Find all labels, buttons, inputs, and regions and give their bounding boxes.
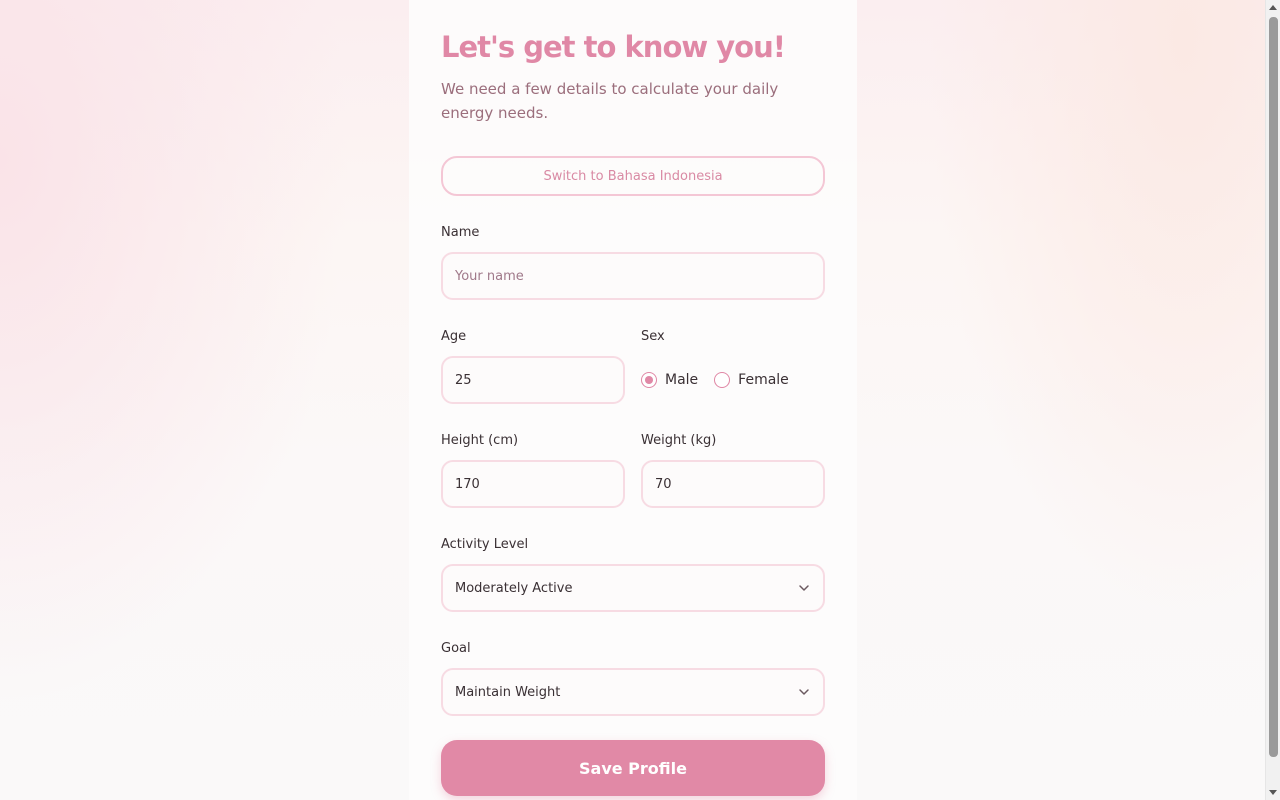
vertical-scrollbar[interactable]: [1265, 0, 1280, 800]
height-input[interactable]: [441, 460, 625, 508]
name-label: Name: [441, 225, 480, 240]
age-input[interactable]: [441, 356, 625, 404]
activity-level-select[interactable]: Moderately Active: [441, 564, 825, 612]
profile-card: Let's get to know you! We need a few det…: [409, 0, 857, 800]
height-label: Height (cm): [441, 433, 519, 448]
goal-value: Maintain Weight: [455, 684, 561, 700]
background-glow-right: [856, 0, 1266, 800]
sex-label: Sex: [641, 329, 665, 344]
radio-button-male[interactable]: [641, 372, 657, 388]
background-glow-left: [0, 0, 410, 800]
page-title: Let's get to know you!: [441, 30, 786, 64]
activity-level-value: Moderately Active: [455, 580, 573, 596]
sex-option-female[interactable]: Female: [714, 372, 789, 388]
weight-label: Weight (kg): [641, 433, 717, 448]
activity-level-label: Activity Level: [441, 537, 529, 552]
chevron-down-icon: [799, 585, 809, 591]
name-input[interactable]: [441, 252, 825, 300]
age-label: Age: [441, 329, 467, 344]
chevron-down-icon: [799, 689, 809, 695]
goal-label: Goal: [441, 641, 471, 656]
scroll-down-arrow-icon[interactable]: [1269, 790, 1277, 795]
sex-radio-group: Male Female: [641, 369, 805, 391]
weight-input[interactable]: [641, 460, 825, 508]
scrollbar-thumb[interactable]: [1269, 17, 1278, 757]
sex-option-label: Female: [738, 372, 789, 388]
scroll-up-arrow-icon[interactable]: [1269, 5, 1277, 10]
switch-language-button[interactable]: Switch to Bahasa Indonesia: [441, 156, 825, 196]
radio-selected-dot: [645, 376, 653, 384]
save-profile-button[interactable]: Save Profile: [441, 740, 825, 796]
radio-button-female[interactable]: [714, 372, 731, 388]
page-subtitle: We need a few details to calculate your …: [441, 80, 779, 122]
sex-option-male[interactable]: Male: [641, 372, 698, 388]
goal-select[interactable]: Maintain Weight: [441, 668, 825, 716]
sex-option-label: Male: [665, 372, 699, 388]
